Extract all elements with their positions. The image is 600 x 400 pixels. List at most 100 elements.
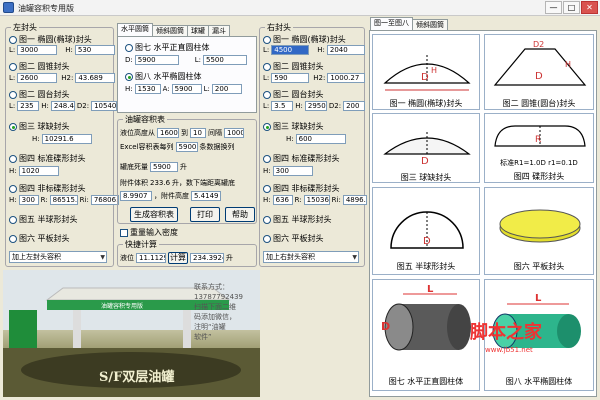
left-std-dish-h-input[interactable]: 1020 xyxy=(18,166,59,176)
tab-inclined-figures[interactable]: 倾斜圆筒 xyxy=(412,19,448,30)
radio-icon[interactable] xyxy=(263,184,271,193)
left-frustum-d2-input[interactable]: 10540 xyxy=(91,101,118,111)
excel-rows-input[interactable]: 5900 xyxy=(175,142,198,152)
left-cone-l-input[interactable]: 2600 xyxy=(17,73,58,83)
left-ellipse-l-input[interactable]: 3000 xyxy=(17,45,58,55)
radio-icon[interactable] xyxy=(263,215,271,224)
left-radio-flat[interactable]: 图六 平板封头 xyxy=(9,233,70,244)
left-sphere-h-input[interactable]: 10291.6 xyxy=(41,134,92,144)
left-dish-h-input[interactable]: 300 xyxy=(18,195,39,205)
interval-input[interactable]: 1000 xyxy=(224,128,244,138)
left-radio-sphere-cap[interactable]: 图三 球缺封头 xyxy=(9,121,70,132)
right-ellipse-h-input[interactable]: 2040 xyxy=(326,45,365,55)
radio-icon[interactable] xyxy=(263,122,271,131)
figure-6: 图六 平板封头 xyxy=(484,187,594,275)
figure-7-caption: 图七 水平正直圆柱体 xyxy=(388,377,464,386)
right-dish-r-input[interactable]: 15036 xyxy=(303,195,330,205)
left-radio-nonstd-dish[interactable]: 图四 非标碟形封头 xyxy=(9,183,86,194)
radio-icon[interactable] xyxy=(9,184,17,193)
level-to-input[interactable]: 10 xyxy=(190,128,206,138)
left-frustum-h-input[interactable]: 248.4 xyxy=(50,101,75,111)
right-frustum-d2-input[interactable]: 200 xyxy=(343,101,366,111)
right-frustum-h-input[interactable]: 2950 xyxy=(304,101,327,111)
maximize-button[interactable]: □ xyxy=(563,1,580,14)
tab-figures[interactable]: 图一至图八 xyxy=(370,17,413,30)
right-frustum-l-input[interactable]: 3.5 xyxy=(271,101,294,111)
figure-8-caption: 图八 水平椭圆柱体 xyxy=(505,377,573,386)
right-radio-frustum[interactable]: 图二 圆台封头 xyxy=(263,89,324,100)
radio-icon[interactable] xyxy=(9,122,17,131)
quick-calc-legend: 快捷计算 xyxy=(123,239,159,250)
right-radio-sphere-cap[interactable]: 图三 球缺封头 xyxy=(263,121,324,132)
cone-head-diagram: D D2 H xyxy=(493,40,587,86)
radio-cylinder[interactable]: 图七 水平正直圆柱体 xyxy=(125,42,210,53)
right-std-dish-h-input[interactable]: 300 xyxy=(272,166,313,176)
density-checkbox[interactable]: 重量输入密度 xyxy=(120,227,178,238)
elliptic-l-input[interactable]: 200 xyxy=(211,84,242,94)
radio-icon[interactable] xyxy=(9,154,17,163)
radio-icon[interactable] xyxy=(9,215,17,224)
elliptic-a-input[interactable]: 5900 xyxy=(171,84,202,94)
left-head-combo[interactable]: 加上左封头容积 xyxy=(9,251,107,263)
close-button[interactable]: ✕ xyxy=(581,1,598,14)
left-cone-h2-input[interactable]: 43.689 xyxy=(75,73,116,83)
right-dish-h-input[interactable]: 636 xyxy=(272,195,293,205)
tab-funnel[interactable]: 漏斗 xyxy=(208,25,230,36)
figure-7: D L 图七 水平正直圆柱体 xyxy=(372,279,480,391)
radio-icon[interactable] xyxy=(125,72,133,81)
radio-elliptic-cylinder[interactable]: 图八 水平椭圆柱体 xyxy=(125,71,202,82)
left-radio-std-dish[interactable]: 图四 标准碟形封头 xyxy=(9,153,86,164)
right-cone-h2-input[interactable]: 1000.27 xyxy=(327,73,366,83)
tab-inclined-cylinder[interactable]: 倾斜圆筒 xyxy=(152,25,188,36)
figure-3-caption: 图三 球缺封头 xyxy=(400,173,452,182)
radio-icon[interactable] xyxy=(9,90,17,99)
left-radio-ellipse[interactable]: 图一 椭圆(椭球)封头 xyxy=(9,34,92,45)
radio-icon[interactable] xyxy=(9,234,17,243)
calculate-button[interactable]: 计算 xyxy=(168,252,188,264)
right-sphere-h-input[interactable]: 600 xyxy=(295,134,346,144)
left-frustum-l-input[interactable]: 235 xyxy=(17,101,40,111)
radio-icon[interactable] xyxy=(263,90,271,99)
radio-icon[interactable] xyxy=(263,234,271,243)
help-button[interactable]: 帮助 xyxy=(225,207,255,222)
right-radio-ellipse[interactable]: 图一 椭圆(椭球)封头 xyxy=(263,34,346,45)
attachment-distance-input[interactable]: 8.9907 xyxy=(120,191,152,201)
left-radio-cone[interactable]: 图二 圆锥封头 xyxy=(9,61,70,72)
radio-icon[interactable] xyxy=(125,43,133,52)
generate-table-button[interactable]: 生成容积表 xyxy=(130,207,178,222)
radio-icon[interactable] xyxy=(9,62,17,71)
banner-slogan: S/F双层油罐 xyxy=(99,370,175,385)
left-ellipse-h-input[interactable]: 530 xyxy=(74,45,115,55)
radio-icon[interactable] xyxy=(263,35,271,44)
level-from-input[interactable]: 1600 xyxy=(157,128,179,138)
radio-icon[interactable] xyxy=(263,154,271,163)
svg-text:D: D xyxy=(421,72,429,83)
right-radio-flat[interactable]: 图六 平板封头 xyxy=(263,233,324,244)
tab-horizontal-cylinder[interactable]: 水平圆筒 xyxy=(117,23,153,36)
quick-level-input[interactable]: 11.1129 xyxy=(136,253,166,263)
left-radio-hemisphere[interactable]: 图五 半球形封头 xyxy=(9,214,78,225)
radio-icon[interactable] xyxy=(9,35,17,44)
cylinder-l-input[interactable]: 5500 xyxy=(203,55,248,65)
minimize-button[interactable]: — xyxy=(545,1,562,14)
sphere-cap-diagram: D xyxy=(383,132,471,167)
right-radio-std-dish[interactable]: 图四 标准碟形封头 xyxy=(263,153,340,164)
dead-volume-input[interactable]: 5900 xyxy=(150,162,178,172)
tab-spherical[interactable]: 球罐 xyxy=(187,25,209,36)
print-button[interactable]: 打印 xyxy=(190,207,220,222)
right-radio-cone[interactable]: 图二 圆锥封头 xyxy=(263,61,324,72)
right-ellipse-l-input[interactable]: 4500 xyxy=(271,45,310,55)
right-radio-nonstd-dish[interactable]: 图四 非标碟形封头 xyxy=(263,183,340,194)
cylinder-d-input[interactable]: 5900 xyxy=(134,55,179,65)
checkbox-icon[interactable] xyxy=(120,228,128,237)
right-cone-l-input[interactable]: 590 xyxy=(271,73,310,83)
left-dish-r-input[interactable]: 86515. xyxy=(49,195,78,205)
right-head-combo[interactable]: 加上右封头容积 xyxy=(263,251,359,263)
right-dish-ri-input[interactable]: 4896. xyxy=(342,195,367,205)
left-radio-frustum[interactable]: 图二 圆台封头 xyxy=(9,89,70,100)
left-dish-ri-input[interactable]: 76806.6 xyxy=(90,195,119,205)
radio-icon[interactable] xyxy=(263,62,271,71)
attachment-height-input[interactable]: 5.4149 xyxy=(191,191,221,201)
elliptic-h-input[interactable]: 1530 xyxy=(134,84,161,94)
right-radio-hemisphere[interactable]: 图五 半球形封头 xyxy=(263,214,332,225)
